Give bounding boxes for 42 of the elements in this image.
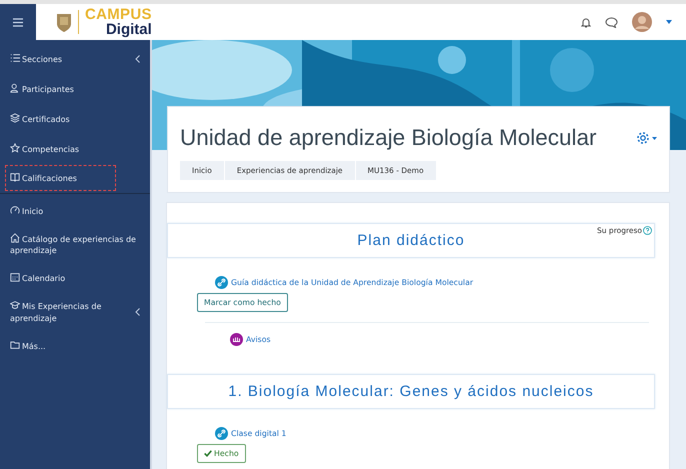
layers-icon — [10, 112, 20, 123]
sidebar-item[interactable]: Calificaciones — [6, 166, 115, 190]
sidebar-item[interactable]: Competencias — [0, 136, 150, 162]
link-icon — [215, 276, 228, 289]
logo-text: Digital — [106, 22, 152, 37]
chevron-icon — [135, 55, 140, 63]
link-icon — [215, 427, 228, 440]
home-icon — [10, 233, 20, 243]
logo-text: CAMPUS — [85, 7, 152, 22]
chevron-icon — [135, 308, 140, 316]
section-title: Plan didáctico — [356, 232, 466, 249]
menu-button[interactable] — [0, 4, 36, 40]
star-icon — [10, 142, 20, 153]
sidebar-item[interactable]: Secciones — [0, 46, 150, 72]
calendar-icon — [10, 272, 20, 282]
caret-icon — [652, 136, 657, 140]
user-icon — [10, 82, 20, 93]
sidebar-item[interactable]: Calendario — [0, 265, 150, 292]
sidebar-item[interactable]: Inicio — [0, 198, 150, 224]
settings-icon — [636, 131, 650, 145]
list-icon — [10, 52, 20, 63]
crest-icon — [56, 11, 72, 33]
folder-icon — [10, 340, 20, 350]
book-icon — [10, 172, 20, 182]
bell-icon[interactable] — [581, 16, 591, 28]
sidebar-item[interactable]: Certificados — [0, 106, 150, 132]
sidebar-item[interactable]: Participantes — [0, 76, 150, 102]
menu-icon — [13, 18, 23, 26]
chat-icon[interactable] — [605, 16, 618, 28]
gauge-icon — [10, 204, 20, 215]
forum-icon — [230, 333, 243, 346]
sidebar-item[interactable]: Catálogo de experiencias de aprendizaje — [0, 228, 150, 262]
sidebar-item[interactable]: Mis Experiencias de aprendizaje — [0, 295, 150, 329]
avatar-icon[interactable] — [632, 12, 652, 32]
check-icon — [204, 450, 212, 457]
sidebar-item[interactable]: Más... — [0, 332, 150, 359]
page-title: Unidad de aprendizaje Biología Molecular — [180, 125, 597, 151]
settings-button[interactable] — [636, 131, 657, 145]
caret-icon[interactable] — [666, 20, 672, 24]
help-icon[interactable] — [643, 226, 652, 235]
section-title: 1. Biología Molecular: Genes y ácidos nucleicos — [227, 383, 595, 400]
graduation-cap-icon — [10, 300, 20, 310]
